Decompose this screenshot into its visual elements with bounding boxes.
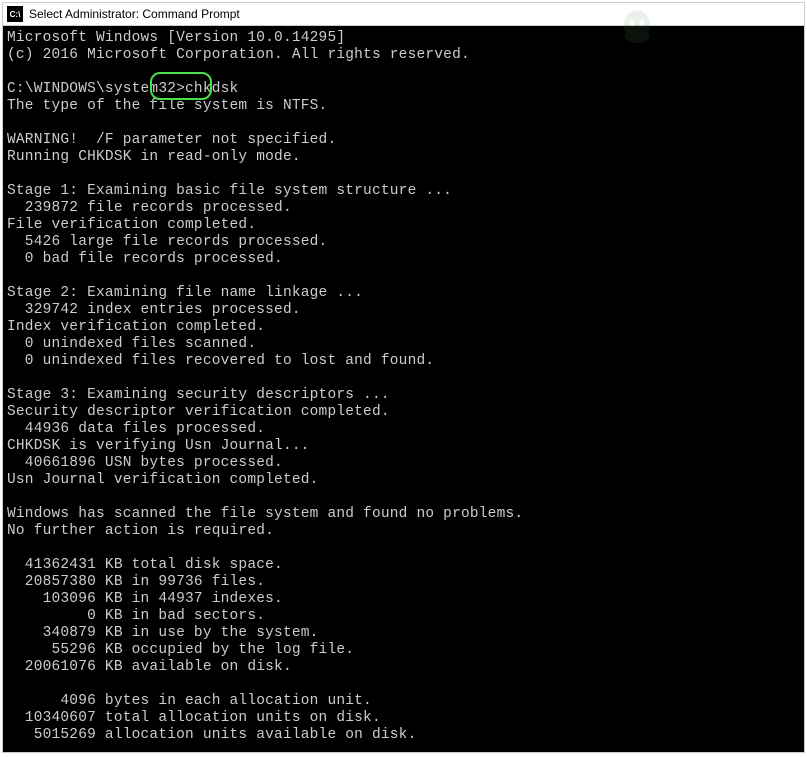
stage2-index: 329742 index entries processed. <box>7 302 301 318</box>
disk-available: 20061076 KB available on disk. <box>7 659 292 675</box>
stage3-completed: Security descriptor verification complet… <box>7 404 390 420</box>
alloc-bytes: 4096 bytes in each allocation unit. <box>7 693 372 709</box>
stage3-usn-verifying: CHKDSK is verifying Usn Journal... <box>7 438 310 454</box>
disk-in-files: 20857380 KB in 99736 files. <box>7 574 265 590</box>
alloc-total: 10340607 total allocation units on disk. <box>7 710 381 726</box>
disk-in-indexes: 103096 KB in 44937 indexes. <box>7 591 283 607</box>
disk-log: 55296 KB occupied by the log file. <box>7 642 354 658</box>
stage2-title: Stage 2: Examining file name linkage ... <box>7 285 363 301</box>
disk-total: 41362431 KB total disk space. <box>7 557 283 573</box>
header-copyright: (c) 2016 Microsoft Corporation. All righ… <box>7 47 470 63</box>
stage3-usn-bytes: 40661896 USN bytes processed. <box>7 455 283 471</box>
stage3-title: Stage 3: Examining security descriptors … <box>7 387 390 403</box>
stage3-data-files: 44936 data files processed. <box>7 421 265 437</box>
stage2-unindexed-scanned: 0 unindexed files scanned. <box>7 336 256 352</box>
alloc-available: 5015269 allocation units available on di… <box>7 727 416 743</box>
stage1-large: 5426 large file records processed. <box>7 234 327 250</box>
command-prompt-window: C:\ Select Administrator: Command Prompt… <box>2 2 805 753</box>
terminal-output[interactable]: Microsoft Windows [Version 10.0.14295] (… <box>3 26 804 752</box>
readonly-mode: Running CHKDSK in read-only mode. <box>7 149 301 165</box>
result-line2: No further action is required. <box>7 523 274 539</box>
result-line1: Windows has scanned the file system and … <box>7 506 523 522</box>
filesystem-type: The type of the file system is NTFS. <box>7 98 327 114</box>
warning-text: WARNING! /F parameter not specified. <box>7 132 336 148</box>
disk-system: 340879 KB in use by the system. <box>7 625 319 641</box>
cmd-icon: C:\ <box>7 6 23 22</box>
stage2-completed: Index verification completed. <box>7 319 265 335</box>
header-version: Microsoft Windows [Version 10.0.14295] <box>7 30 345 46</box>
titlebar[interactable]: C:\ Select Administrator: Command Prompt <box>3 3 804 26</box>
prompt-path: C:\WINDOWS\system32> <box>7 81 185 97</box>
stage1-bad: 0 bad file records processed. <box>7 251 283 267</box>
stage1-title: Stage 1: Examining basic file system str… <box>7 183 452 199</box>
stage1-records: 239872 file records processed. <box>7 200 292 216</box>
stage1-completed: File verification completed. <box>7 217 256 233</box>
stage2-unindexed-recovered: 0 unindexed files recovered to lost and … <box>7 353 434 369</box>
stage3-usn-completed: Usn Journal verification completed. <box>7 472 319 488</box>
window-title: Select Administrator: Command Prompt <box>29 7 240 21</box>
command-input: chkdsk <box>185 81 238 97</box>
disk-bad-sectors: 0 KB in bad sectors. <box>7 608 265 624</box>
